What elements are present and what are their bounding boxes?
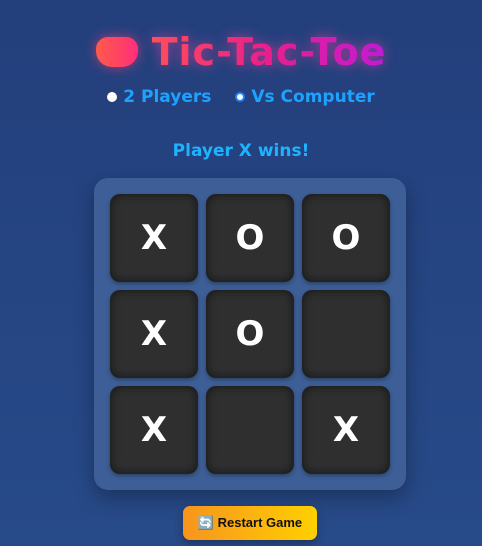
radio-2-players[interactable] [107,92,118,102]
board-cell[interactable]: O [206,290,294,378]
board-cell[interactable]: X [110,386,198,474]
mode-selector: 2 Players Vs Computer [0,87,482,107]
board-cell[interactable]: O [302,194,390,282]
board-cell[interactable]: O [206,194,294,282]
mode-2-players[interactable]: 2 Players [107,87,211,107]
radio-vs-computer[interactable] [235,92,246,102]
game-status: Player X wins! [172,141,310,161]
gamepad-icon [95,37,138,67]
restart-button[interactable]: 🔄 Restart Game [183,506,317,540]
board-cell[interactable] [302,290,390,378]
refresh-icon: 🔄 [197,515,214,530]
mode-vs-computer[interactable]: Vs Computer [235,87,375,107]
board-cell[interactable]: X [110,194,198,282]
game-board: X O O X O X X [94,178,406,490]
board-cell[interactable]: X [302,386,390,474]
board-cell[interactable] [206,386,294,474]
board-cell[interactable]: X [110,290,198,378]
app-title: Tic-Tac-Toe [0,30,482,74]
